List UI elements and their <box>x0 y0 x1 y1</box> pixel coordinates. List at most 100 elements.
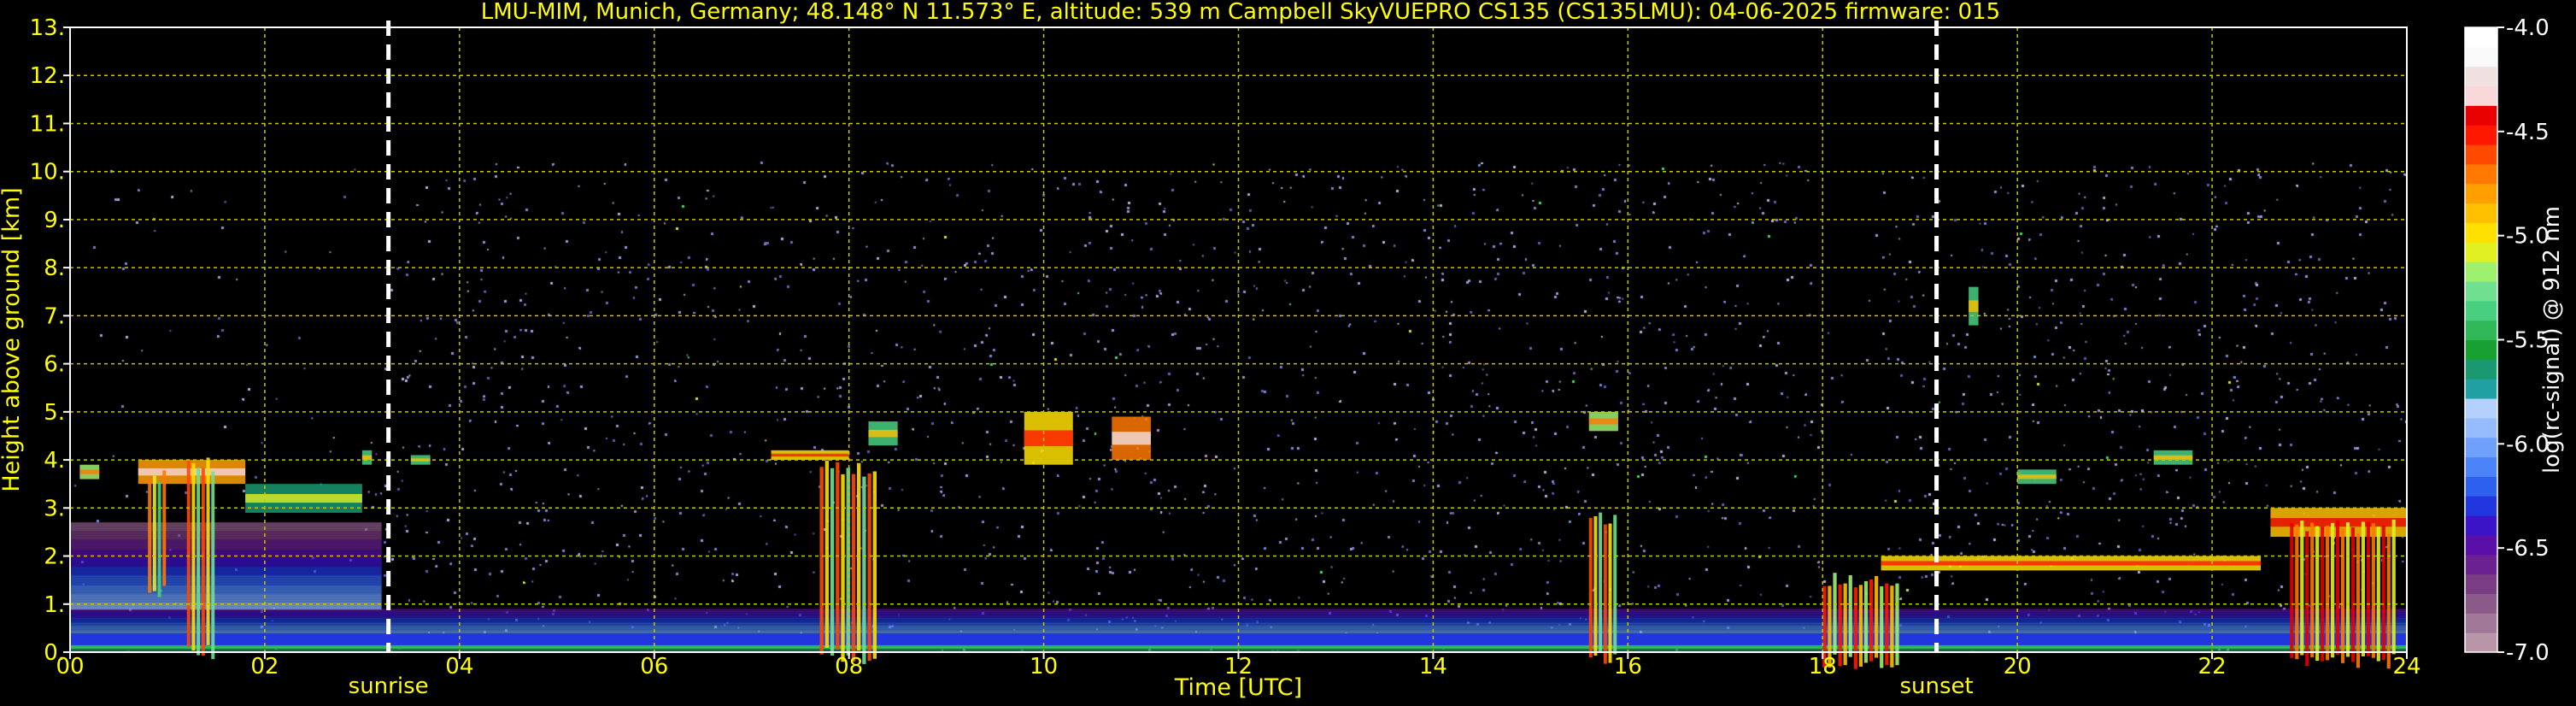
colorbar-tick-label-0: -4.0 <box>2506 15 2550 41</box>
precip-streak-5-17 <box>2376 527 2380 662</box>
precip-streak-4-10 <box>1875 575 1879 658</box>
precip-streak-1-3 <box>201 468 205 656</box>
precip-streak-3-4 <box>1608 523 1612 663</box>
x-tick-label-08: 08 <box>835 654 863 680</box>
precip-streak-5-8 <box>2331 522 2335 658</box>
y-tick-label-9: 9. <box>44 208 65 233</box>
precip-streak-2-2 <box>830 468 835 656</box>
cloud-core-0 <box>79 469 100 474</box>
precip-streak-4-13 <box>1890 585 1894 668</box>
y-tick-label-11: 11. <box>30 111 65 137</box>
x-tick-label-10: 10 <box>1030 654 1058 680</box>
x-tick-label-06: 06 <box>640 654 668 680</box>
colorbar-swatch-22 <box>2465 203 2497 223</box>
colorbar-swatch-15 <box>2465 339 2497 360</box>
precip-streak-5-0 <box>2290 523 2294 658</box>
precip-streak-3-3 <box>1603 524 1607 664</box>
x-tick-label-24: 24 <box>2392 654 2421 680</box>
precip-streak-1-1 <box>191 462 196 651</box>
colorbar-swatch-0 <box>2465 632 2497 653</box>
colorbar-swatch-21 <box>2465 222 2497 243</box>
colorbar-swatch-2 <box>2465 593 2497 614</box>
precip-streak-5-6 <box>2321 527 2325 662</box>
cloud-core-12 <box>2017 474 2057 479</box>
colorbar-swatch-10 <box>2465 437 2497 458</box>
precip-streak-5-14 <box>2361 521 2365 656</box>
colorbar-swatch-24 <box>2465 163 2497 185</box>
precip-streak-5-16 <box>2371 523 2375 658</box>
colorbar-swatch-11 <box>2465 417 2497 438</box>
colorbar-swatch-9 <box>2465 456 2497 477</box>
colorbar-swatch-30 <box>2465 46 2497 68</box>
precip-streak-5-20 <box>2391 519 2396 655</box>
x-tick-label-02: 02 <box>250 654 279 680</box>
precip-streak-2-4 <box>841 474 845 662</box>
precip-streak-5-13 <box>2356 532 2361 668</box>
y-tick-label-6: 6. <box>44 352 65 378</box>
y-tick-label-2: 2. <box>44 544 65 570</box>
y-axis-label: Height above ground [km] <box>0 187 25 491</box>
precip-streak-2-7 <box>856 462 861 651</box>
cloud-core-2 <box>245 494 362 503</box>
colorbar-swatch-5 <box>2465 534 2497 556</box>
x-tick-label-22: 22 <box>2198 654 2227 680</box>
precip-streak-2-6 <box>851 474 856 662</box>
precip-streak-0-1 <box>152 475 156 591</box>
precip-streak-2-1 <box>824 460 830 648</box>
x-tick-label-14: 14 <box>1419 654 1447 680</box>
colorbar-swatch-16 <box>2465 320 2497 340</box>
precip-streak-5-15 <box>2366 521 2370 656</box>
precip-streak-4-3 <box>1838 584 1842 667</box>
y-tick-label-4: 4. <box>44 448 65 474</box>
colorbar-swatch-31 <box>2465 27 2497 48</box>
precip-streak-3-5 <box>1613 515 1617 655</box>
colorbar-label: log(rc-signal) @ 912 nm <box>2539 206 2565 474</box>
colorbar-swatch-6 <box>2465 515 2497 536</box>
precip-streak-5-5 <box>2315 526 2320 661</box>
precip-streak-0-3 <box>162 470 167 586</box>
y-tick-label-12: 12. <box>30 63 65 89</box>
x-tick-label-04: 04 <box>445 654 473 680</box>
y-tick-label-0: 0. <box>44 640 65 666</box>
precip-streak-5-11 <box>2345 522 2350 657</box>
y-tick-label-10: 10. <box>30 160 65 185</box>
precip-streak-5-12 <box>2350 527 2356 662</box>
y-tick-label-7: 7. <box>44 303 65 329</box>
cloud-core-13 <box>2153 455 2193 460</box>
colorbar-tick-label-5: -6.5 <box>2506 536 2550 562</box>
colorbar-swatch-4 <box>2465 554 2497 575</box>
precip-streak-5-9 <box>2335 520 2340 656</box>
colorbar-swatch-18 <box>2465 280 2497 302</box>
colorbar-swatch-29 <box>2465 66 2497 87</box>
precip-streak-5-4 <box>2310 522 2315 657</box>
x-tick-label-16: 16 <box>1614 654 1642 680</box>
x-tick-label-18: 18 <box>1809 654 1837 680</box>
colorbar-tick-label-1: -4.5 <box>2506 120 2550 145</box>
sunset-label: sunset <box>1899 674 1973 699</box>
precip-streak-5-2 <box>2300 521 2304 656</box>
precip-streak-4-11 <box>1880 585 1884 668</box>
precip-streak-4-2 <box>1833 573 1837 655</box>
colorbar-swatch-12 <box>2465 398 2497 419</box>
cloud-core-8 <box>1112 432 1151 445</box>
precip-streak-3-1 <box>1593 515 1598 656</box>
x-axis-label: Time [UTC] <box>1174 674 1302 701</box>
cloud-core-6 <box>868 429 898 438</box>
precip-streak-5-18 <box>2381 525 2385 661</box>
precip-streak-1-2 <box>197 468 201 656</box>
colorbar-swatch-27 <box>2465 105 2497 126</box>
colorbar-swatch-14 <box>2465 359 2497 379</box>
chart-title: LMU-MIM, Munich, Germany; 48.148° N 11.5… <box>481 0 2000 25</box>
precip-streak-1-0 <box>186 459 191 647</box>
colorbar-swatch-7 <box>2465 496 2497 516</box>
y-tick-label-5: 5. <box>44 400 65 426</box>
cloud-core-9 <box>1588 418 1618 425</box>
precip-streak-1-4 <box>206 457 210 645</box>
colorbar-swatch-13 <box>2465 379 2497 399</box>
cloud-core-1 <box>138 468 246 476</box>
sunrise-label: sunrise <box>349 674 429 699</box>
colorbar-swatch-25 <box>2465 144 2497 165</box>
precip-streak-3-0 <box>1588 517 1593 658</box>
cloud-core-11 <box>1969 300 1979 312</box>
precip-streak-1-5 <box>211 471 215 660</box>
